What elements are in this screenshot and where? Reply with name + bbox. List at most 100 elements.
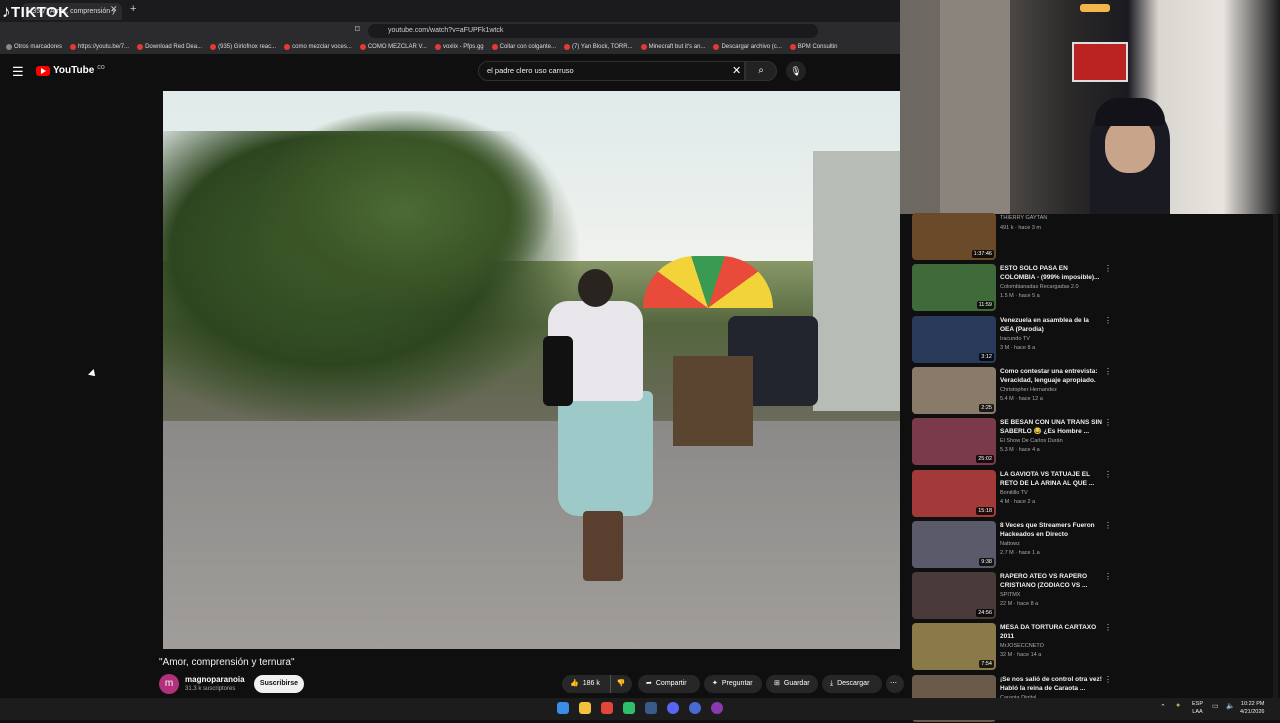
- more-options-icon[interactable]: ⋮: [1104, 470, 1112, 479]
- recommendation-item[interactable]: 3:12 Venezuela en asamblea de la OEA (Par…: [912, 316, 1112, 364]
- thumbs-down-icon[interactable]: 👎: [609, 675, 626, 693]
- bookmark-icon[interactable]: ⌑: [355, 24, 360, 35]
- recommendation-item[interactable]: 9:38 8 Veces que Streamers Fueron Hackead…: [912, 521, 1112, 569]
- discord-icon[interactable]: [667, 702, 679, 714]
- download-button[interactable]: ⤓ Descargar: [822, 675, 882, 693]
- tray-icon[interactable]: ●: [1176, 702, 1180, 709]
- menu-icon[interactable]: ☰: [12, 64, 24, 80]
- bookmark-item[interactable]: voxlix - Pfps.gg: [434, 44, 484, 50]
- save-button[interactable]: ⊞ Guardar: [766, 675, 818, 693]
- clear-search-icon[interactable]: ✕: [732, 64, 741, 77]
- steam-icon[interactable]: [645, 702, 657, 714]
- bookmark-item[interactable]: Descargar archivo (c...: [713, 44, 782, 50]
- recommendation-channel[interactable]: El Show De Carlos Durán: [1000, 438, 1110, 444]
- close-tab-icon[interactable]: ✕: [110, 4, 118, 15]
- chevron-up-icon[interactable]: ⌃: [1160, 703, 1166, 711]
- recommendation-channel[interactable]: Colombianadas Recargadas 2.0: [1000, 284, 1110, 290]
- recommendation-title[interactable]: Como contestar una entrevista: Veracidad…: [1000, 367, 1104, 385]
- recommendation-channel[interactable]: Christopher Hernandez: [1000, 387, 1110, 393]
- recommendation-title[interactable]: RAPERO ATEO VS RAPERO CRISTIANO (ZODIACO…: [1000, 572, 1104, 590]
- windows-start-icon[interactable]: [557, 702, 569, 714]
- video-thumbnail[interactable]: 1:37:46: [912, 213, 996, 260]
- browser-icon[interactable]: [601, 702, 613, 714]
- video-thumbnail[interactable]: 9:38: [912, 521, 996, 568]
- more-options-icon[interactable]: ⋮: [1104, 316, 1112, 325]
- recommendation-title[interactable]: 8 Veces que Streamers Fueron Hackeados e…: [1000, 521, 1104, 539]
- more-options-icon[interactable]: ⋮: [1104, 572, 1112, 581]
- video-thumbnail[interactable]: 25:02: [912, 418, 996, 465]
- recommendation-channel[interactable]: THIERRY GAYTAN: [1000, 215, 1110, 221]
- video-frame-trees: [253, 111, 553, 311]
- recommendation-title[interactable]: ¡Se nos salió de control otra vez! Habló…: [1000, 675, 1104, 693]
- recommendation-channel[interactable]: Iracundo TV: [1000, 336, 1110, 342]
- youtube-logo[interactable]: YouTube CO: [36, 65, 105, 76]
- share-button[interactable]: ➦ Compartir: [638, 675, 700, 693]
- video-thumbnail[interactable]: 15:18: [912, 470, 996, 517]
- bookmark-item[interactable]: como mezclar voces...: [284, 44, 352, 50]
- more-actions-button[interactable]: ⋯: [886, 675, 904, 693]
- file-explorer-icon[interactable]: [579, 702, 591, 714]
- obs-icon[interactable]: [711, 702, 723, 714]
- duration-badge: 2:25: [979, 404, 994, 412]
- bookmark-item[interactable]: (7) Yan Block, TORR...: [564, 44, 633, 50]
- video-thumbnail[interactable]: 3:12: [912, 316, 996, 363]
- recommendation-item[interactable]: 24:56 RAPERO ATEO VS RAPERO CRISTIANO (ZO…: [912, 572, 1112, 620]
- recommendation-channel[interactable]: MrJOSECCNETO: [1000, 643, 1110, 649]
- recommendation-channel[interactable]: SPITMX: [1000, 592, 1110, 598]
- recommendation-title[interactable]: LA GAVIOTA VS TATUAJE EL RETO DE LA ARIN…: [1000, 470, 1104, 488]
- bookmark-label: voxlix - Pfps.gg: [442, 44, 484, 50]
- more-options-icon[interactable]: ⋮: [1104, 675, 1112, 684]
- recommendation-channel[interactable]: Bonitillo TV: [1000, 490, 1110, 496]
- search-input[interactable]: el padre clero uso carruso: [478, 61, 745, 81]
- clock[interactable]: 10:22 PM 4/21/2026: [1240, 700, 1264, 716]
- video-thumbnail[interactable]: 2:25: [912, 367, 996, 414]
- more-options-icon[interactable]: ⋮: [1104, 367, 1112, 376]
- recommendation-item[interactable]: 7:54 MESA DA TORTURA CARTAXO 2011 ⋮ MrJOSEC…: [912, 623, 1112, 671]
- bookmark-item[interactable]: Otros marcadores: [6, 44, 62, 50]
- recommendation-title[interactable]: SE BESAN CON UNA TRANS SIN SABERLO 😂 ¿Es…: [1000, 418, 1104, 436]
- channel-avatar[interactable]: m: [159, 674, 179, 694]
- bookmark-item[interactable]: (935) Girlofnox reac...: [210, 44, 276, 50]
- recommendation-item[interactable]: 25:02 SE BESAN CON UNA TRANS SIN SABERLO …: [912, 418, 1112, 466]
- video-frame-house: [813, 151, 900, 411]
- recommendation-title[interactable]: MESA DA TORTURA CARTAXO 2011: [1000, 623, 1104, 641]
- webcam-door: [940, 0, 1010, 214]
- recommendation-item[interactable]: 11:59 ESTO SOLO PASA EN COLOMBIA - (999% …: [912, 264, 1112, 312]
- more-options-icon[interactable]: ⋮: [1104, 264, 1112, 273]
- bookmark-item[interactable]: BPM Consultin: [789, 44, 837, 50]
- bookmark-item[interactable]: Collar con colgante...: [491, 44, 556, 50]
- bookmark-item[interactable]: Download Red Dea...: [137, 44, 202, 50]
- app-icon[interactable]: [623, 702, 635, 714]
- subscribe-button[interactable]: Suscribirse: [254, 675, 304, 693]
- app-icon[interactable]: [689, 702, 701, 714]
- more-options-icon[interactable]: ⋮: [1104, 521, 1112, 530]
- channel-subscribers: 31.3 k suscriptores: [185, 686, 236, 692]
- more-options-icon[interactable]: ⋮: [1104, 623, 1112, 632]
- scrollbar[interactable]: [1273, 214, 1278, 698]
- recommendation-title[interactable]: Venezuela en asamblea de la OEA (Parodia…: [1000, 316, 1104, 334]
- channel-name[interactable]: magnoparanoia: [185, 675, 245, 684]
- video-player[interactable]: [163, 91, 900, 649]
- ask-button[interactable]: ✦ Preguntar: [704, 675, 762, 693]
- bookmark-item[interactable]: Minecraft but it's an...: [640, 44, 705, 50]
- recommendation-channel[interactable]: Nattowz: [1000, 541, 1110, 547]
- new-tab-icon[interactable]: +: [130, 3, 136, 15]
- recommendation-item[interactable]: 15:18 LA GAVIOTA VS TATUAJE EL RETO DE LA…: [912, 470, 1112, 518]
- search-button[interactable]: ⌕: [745, 61, 777, 81]
- like-count: 186 k: [582, 680, 600, 687]
- more-options-icon[interactable]: ⋮: [1104, 418, 1112, 427]
- recommendation-item[interactable]: 2:25 Como contestar una entrevista: Verac…: [912, 367, 1112, 415]
- like-button[interactable]: 👍 186 k 👎: [562, 675, 632, 693]
- video-thumbnail[interactable]: 11:59: [912, 264, 996, 311]
- language-indicator[interactable]: ESP LAA: [1192, 700, 1203, 716]
- bookmark-item[interactable]: COMO MEZCLAR V...: [359, 44, 427, 50]
- bookmark-item[interactable]: https://youtu.be/7...: [70, 44, 129, 50]
- recommendation-item[interactable]: 1:37:46 THIERRY GAYTAN 491 k · hace 3 m: [912, 213, 1112, 261]
- video-thumbnail[interactable]: 7:54: [912, 623, 996, 670]
- video-thumbnail[interactable]: 24:56: [912, 572, 996, 619]
- volume-icon[interactable]: 🔈: [1226, 702, 1235, 710]
- voice-search-icon[interactable]: 🎙: [786, 61, 806, 81]
- recommendation-title[interactable]: ESTO SOLO PASA EN COLOMBIA - (999% impos…: [1000, 264, 1104, 282]
- address-bar[interactable]: youtube.com/watch?v=aFUPFk1wtck: [368, 24, 818, 38]
- network-icon[interactable]: ▭: [1212, 702, 1219, 710]
